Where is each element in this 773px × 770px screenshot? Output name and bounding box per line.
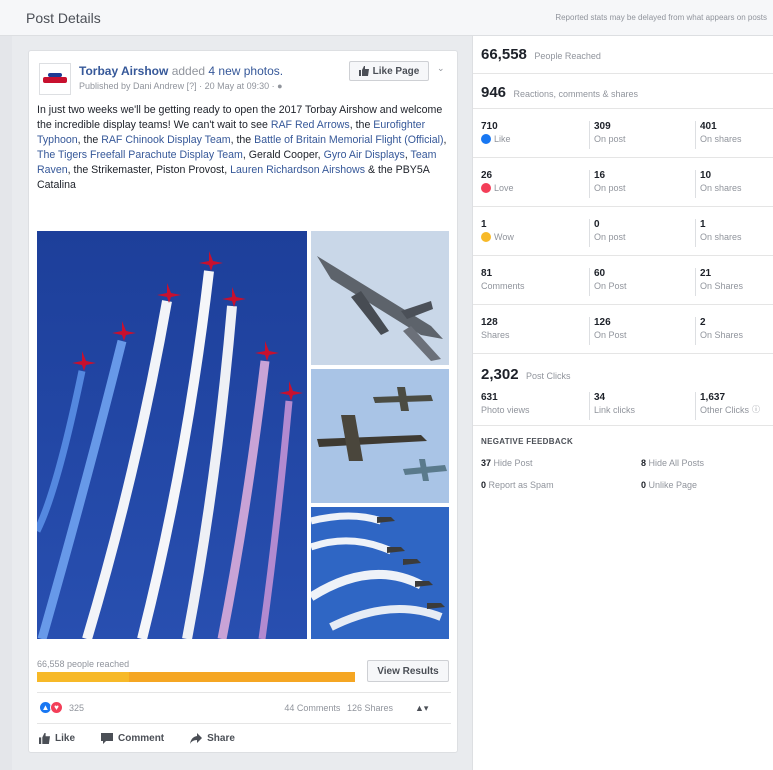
negative-feedback-title: NEGATIVE FEEDBACK — [481, 437, 574, 446]
viewer-selector[interactable]: ▲▾ — [415, 703, 428, 714]
people-reached-label: People Reached — [534, 51, 601, 61]
reach-bar-paid — [129, 672, 355, 682]
love-reaction-icon: ♥ — [50, 701, 63, 714]
reach-bar — [37, 672, 355, 682]
view-results-button[interactable]: View Results — [367, 660, 449, 682]
like-page-button[interactable]: Like Page — [349, 61, 429, 81]
stats-row-wow: 1 Wow 0 On post 1 On shares — [473, 207, 773, 256]
added-text: added — [171, 64, 206, 78]
mention-link[interactable]: The Tigers Freefall Parachute Display Te… — [37, 149, 243, 161]
caret-down-icon: ▾ — [423, 703, 429, 713]
thumbs-up-icon — [39, 733, 50, 744]
mention-link[interactable]: Gyro Air Displays — [324, 149, 405, 161]
shares-count[interactable]: 126 Shares — [347, 703, 393, 713]
comment-icon — [101, 733, 114, 744]
reactions-total-label: Reactions, comments & shares — [513, 89, 639, 99]
photos-link[interactable]: 4 new photos. — [208, 64, 283, 78]
negative-hide-all-posts: 8 Hide All Posts — [641, 458, 705, 468]
share-icon — [190, 733, 203, 744]
negative-report-spam: 0 Report as Spam — [481, 480, 554, 490]
reach-bar-organic — [37, 672, 130, 682]
photo-typhoon[interactable] — [311, 231, 449, 365]
globe-icon: ● — [277, 81, 283, 91]
photo-red-arrows[interactable] — [37, 231, 307, 639]
share-button[interactable]: Share — [190, 733, 235, 744]
post-text: In just two weeks we'll be getting ready… — [37, 104, 447, 191]
clicks-row: 631 Photo views 34 Link clicks 1,637 Other … — [473, 380, 773, 426]
wow-reaction-icon — [481, 232, 491, 242]
negative-unlike-page: 0 Unlike Page — [641, 480, 698, 490]
reactions-summary[interactable]: ▲ ♥ 325 — [39, 701, 84, 714]
post-actions: Like Comment Share — [39, 733, 235, 744]
comments-count[interactable]: 44 Comments — [284, 703, 340, 713]
reactions-total-row: 946 Reactions, comments & shares — [473, 74, 773, 109]
stats-row-like: 710 Like 309 On post 401 On shares — [473, 109, 773, 158]
stats-row-love: 26 Love 16 On post 10 On shares — [473, 158, 773, 207]
negative-hide-post: 37 Hide Post — [481, 458, 533, 468]
mention-link[interactable]: RAF Red Arrows — [271, 119, 350, 131]
comment-button[interactable]: Comment — [101, 733, 164, 744]
reactions-total-value: 946 — [481, 84, 507, 101]
stats-row-shares: 128 Shares 126 On Post 2 On Shares — [473, 305, 773, 354]
thumbs-up-icon — [358, 66, 369, 76]
comment-share-counts: 44 Comments 126 Shares — [284, 703, 393, 713]
divider — [37, 692, 451, 693]
reaction-count: 325 — [69, 702, 85, 713]
post-author-line: Torbay Airshow added 4 new photos. — [79, 64, 283, 78]
page-name-link[interactable]: Torbay Airshow — [79, 64, 168, 78]
published-meta: Published by Dani Andrew [?] · 20 May at… — [79, 81, 283, 91]
left-strip — [0, 36, 12, 770]
photo-grid — [37, 231, 449, 639]
stats-row-comments: 81 Comments 60 On Post 21 On Shares — [473, 256, 773, 305]
mention-link[interactable]: Lauren Richardson Airshows — [230, 164, 365, 176]
people-reached-row: 66,558 People Reached — [473, 36, 773, 74]
post-details-app: Post Details Reported stats may be delay… — [0, 0, 773, 770]
photo-aerobatic-team[interactable] — [311, 507, 449, 639]
mention-link[interactable]: RAF Chinook Display Team — [101, 134, 230, 146]
delay-note: Reported stats may be delayed from what … — [555, 13, 767, 22]
love-reaction-icon — [481, 183, 491, 193]
people-reached-text: 66,558 people reached — [37, 659, 130, 669]
page-avatar[interactable] — [39, 63, 71, 95]
like-reaction-icon — [481, 134, 491, 144]
mention-link[interactable]: Battle of Britain Memorial Flight (Offic… — [254, 134, 443, 146]
info-icon[interactable]: ⓘ — [752, 404, 760, 416]
header: Post Details Reported stats may be delay… — [0, 0, 773, 36]
like-button[interactable]: Like — [39, 733, 75, 744]
post-card: Torbay Airshow added 4 new photos. Publi… — [28, 50, 458, 753]
avatar-icon: ▲ — [415, 703, 424, 713]
photo-bbmf[interactable] — [311, 369, 449, 503]
stats-panel: 66,558 People Reached 946 Reactions, com… — [472, 36, 773, 770]
like-page-label: Like Page — [372, 65, 420, 77]
divider — [37, 723, 451, 724]
post-menu-chevron-icon[interactable]: ⌄ — [437, 63, 445, 74]
page-title: Post Details — [26, 10, 101, 26]
people-reached-value: 66,558 — [481, 46, 527, 63]
published-text: Published by Dani Andrew [?] · 20 May at… — [79, 81, 275, 91]
